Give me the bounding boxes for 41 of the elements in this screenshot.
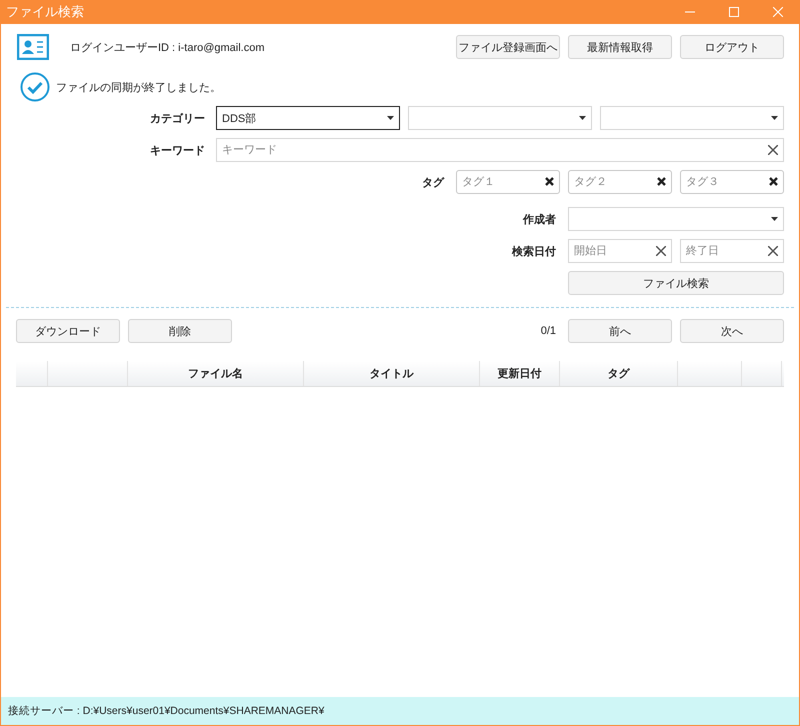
caret-icon bbox=[771, 217, 778, 221]
login-user-text: ログインユーザーID : i-taro@gmail.com bbox=[70, 40, 265, 54]
pager-button[interactable]: 前へ bbox=[568, 319, 672, 343]
caret-icon bbox=[771, 116, 778, 120]
window-title: ファイル検索 bbox=[6, 3, 84, 21]
sync-message: ファイルの同期が終了しました。 bbox=[56, 80, 221, 94]
header-button[interactable]: 最新情報取得 bbox=[568, 35, 672, 59]
tag-field[interactable]: タグ３ bbox=[680, 170, 784, 194]
clear-icon[interactable] bbox=[656, 246, 666, 256]
column-header[interactable]: 更新日付 bbox=[480, 361, 560, 386]
pager-button[interactable]: 次へ bbox=[680, 319, 784, 343]
server-path-text: 接続サーバー : D:¥Users¥user01¥Documents¥SHAREMANAGER¥ bbox=[8, 704, 324, 718]
clear-icon[interactable] bbox=[769, 177, 778, 186]
clear-icon[interactable] bbox=[545, 177, 554, 186]
page-counter: 0/1 bbox=[540, 325, 556, 337]
check-circle-icon bbox=[20, 72, 50, 102]
clear-icon[interactable] bbox=[768, 145, 778, 155]
clear-icon[interactable] bbox=[657, 177, 666, 186]
caret-icon bbox=[387, 116, 394, 120]
field-label: カテゴリー bbox=[150, 112, 205, 126]
keyword-field[interactable]: キーワード bbox=[216, 138, 784, 162]
field-label: 作成者 bbox=[523, 212, 556, 226]
column-header[interactable]: タグ bbox=[560, 361, 678, 386]
clear-icon[interactable] bbox=[768, 246, 778, 256]
date-field[interactable]: 終了日 bbox=[680, 239, 784, 263]
category-dropdown[interactable]: DDS部 bbox=[216, 106, 400, 130]
action-button[interactable]: 削除 bbox=[128, 319, 232, 343]
field-label: タグ bbox=[422, 176, 444, 190]
column-header[interactable]: タイトル bbox=[304, 361, 480, 386]
caret-icon bbox=[579, 116, 586, 120]
tag-field[interactable]: タグ２ bbox=[568, 170, 672, 194]
tag-field[interactable]: タグ１ bbox=[456, 170, 560, 194]
column-header[interactable]: ファイル名 bbox=[128, 361, 304, 386]
id-card-icon bbox=[17, 34, 49, 60]
search-button[interactable]: ファイル検索 bbox=[568, 271, 784, 295]
header-button[interactable]: ファイル登録画面へ bbox=[456, 35, 560, 59]
field-label: 検索日付 bbox=[512, 244, 556, 258]
header-button[interactable]: ログアウト bbox=[680, 35, 784, 59]
date-field[interactable]: 開始日 bbox=[568, 239, 672, 263]
field-label: キーワード bbox=[150, 144, 205, 158]
action-button[interactable]: ダウンロード bbox=[16, 319, 120, 343]
